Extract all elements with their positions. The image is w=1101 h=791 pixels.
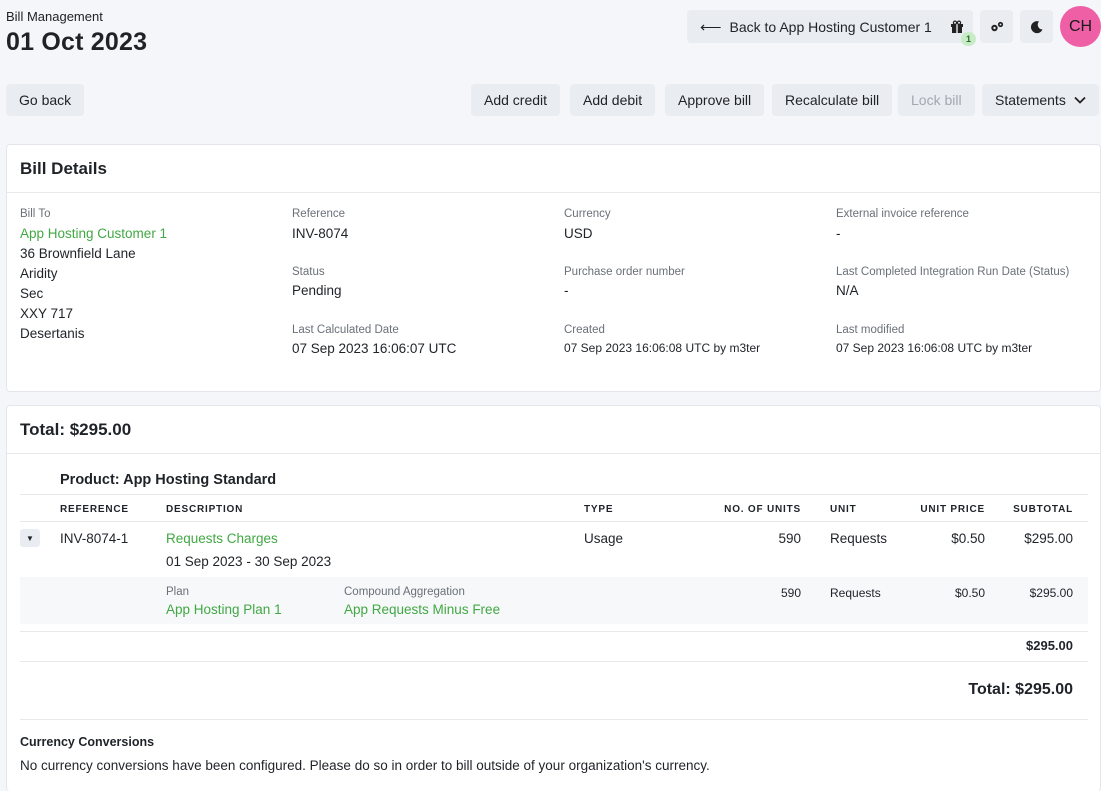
product-subtotal: $295.00: [1026, 638, 1073, 653]
reference-label: Reference: [292, 208, 346, 220]
currency-conversions-text: No currency conversions have been config…: [20, 758, 710, 773]
bill-details-title: Bill Details: [7, 145, 1100, 193]
po-number-value: -: [564, 283, 569, 298]
address-line: Desertanis: [20, 326, 85, 341]
col-reference: REFERENCE: [60, 504, 129, 515]
chevron-down-icon: [1074, 96, 1086, 104]
user-avatar[interactable]: CH: [1060, 6, 1101, 47]
add-credit-button[interactable]: Add credit: [471, 84, 561, 116]
integration-run-value: N/A: [836, 283, 859, 298]
approve-bill-button[interactable]: Approve bill: [665, 84, 765, 116]
line-unit: Requests: [830, 531, 888, 546]
bill-to-label: Bill To: [20, 208, 51, 220]
bill-details-card: Bill Details Bill To App Hosting Custome…: [6, 144, 1101, 392]
external-ref-label: External invoice reference: [836, 208, 969, 220]
recalculate-bill-button[interactable]: Recalculate bill: [772, 84, 893, 116]
go-back-button[interactable]: Go back: [6, 84, 85, 116]
grand-total: Total: $295.00: [968, 681, 1073, 698]
address-line: Aridity: [20, 266, 58, 281]
last-modified-value: 07 Sep 2023 16:06:08 UTC by m3ter: [836, 341, 1033, 355]
plan-label: Plan: [166, 586, 190, 598]
col-unit-price: UNIT PRICE: [920, 504, 985, 515]
detail-units: 590: [780, 586, 801, 600]
divider: [20, 661, 1088, 662]
total-title: Total: $295.00: [7, 406, 1100, 454]
line-description-link[interactable]: Requests Charges: [166, 531, 278, 546]
currency-conversions-title: Currency Conversions: [20, 735, 155, 749]
address-line: XXY 717: [20, 306, 74, 321]
divider: [20, 719, 1088, 720]
moon-icon: [1030, 20, 1042, 33]
line-units: 590: [778, 531, 801, 546]
external-ref-value: -: [836, 226, 841, 241]
product-title: Product: App Hosting Standard: [60, 472, 277, 488]
divider: [20, 521, 1088, 522]
col-unit: UNIT: [830, 504, 857, 515]
lock-bill-button[interactable]: Lock bill: [898, 84, 975, 116]
last-calculated-label: Last Calculated Date: [292, 324, 399, 336]
gift-icon: [950, 20, 963, 33]
last-calculated-value: 07 Sep 2023 16:06:07 UTC: [292, 341, 457, 356]
currency-value: USD: [564, 226, 593, 241]
last-modified-label: Last modified: [836, 324, 905, 336]
currency-label: Currency: [564, 208, 611, 220]
gift-button[interactable]: 1: [940, 10, 976, 46]
page-title: 01 Oct 2023: [6, 28, 148, 56]
notification-badge: 1: [961, 32, 976, 46]
bill-lines-card: Total: $295.00 Product: App Hosting Stan…: [6, 405, 1101, 791]
arrow-left-icon: ⟵: [700, 18, 722, 36]
divider: [20, 494, 1088, 495]
statements-dropdown[interactable]: Statements: [982, 84, 1099, 116]
created-label: Created: [564, 324, 605, 336]
plan-link[interactable]: App Hosting Plan 1: [166, 602, 282, 617]
back-button-label: Back to App Hosting Customer 1: [729, 18, 932, 35]
settings-button[interactable]: [980, 10, 1013, 43]
detail-unit: Requests: [830, 586, 881, 600]
po-number-label: Purchase order number: [564, 266, 685, 278]
status-value: Pending: [292, 283, 342, 298]
status-label: Status: [292, 266, 325, 278]
divider: [20, 631, 1088, 632]
reference-value: INV-8074: [292, 226, 349, 241]
address-line: 36 Brownfield Lane: [20, 246, 136, 261]
line-type: Usage: [584, 531, 624, 546]
gears-icon: [990, 21, 1003, 31]
col-subtotal: SUBTOTAL: [1013, 504, 1073, 515]
bill-to-customer-link[interactable]: App Hosting Customer 1: [20, 226, 167, 241]
detail-subtotal: $295.00: [1029, 586, 1073, 600]
col-description: DESCRIPTION: [166, 504, 244, 515]
line-unit-price: $0.50: [951, 531, 985, 546]
aggregation-link[interactable]: App Requests Minus Free: [344, 602, 500, 617]
col-type: TYPE: [584, 504, 614, 515]
statements-label: Statements: [995, 92, 1066, 108]
address-line: Sec: [20, 286, 44, 301]
integration-run-label: Last Completed Integration Run Date (Sta…: [836, 266, 1070, 278]
created-value: 07 Sep 2023 16:06:08 UTC by m3ter: [564, 341, 761, 355]
col-units: NO. OF UNITS: [724, 504, 801, 515]
line-reference: INV-8074-1: [60, 531, 129, 546]
add-debit-button[interactable]: Add debit: [570, 84, 656, 116]
back-to-customer-button[interactable]: ⟵ Back to App Hosting Customer 1: [687, 10, 945, 43]
line-period: 01 Sep 2023 - 30 Sep 2023: [166, 554, 332, 569]
page-eyebrow: Bill Management: [6, 9, 103, 24]
line-subtotal: $295.00: [1024, 531, 1073, 546]
detail-unit-price: $0.50: [954, 586, 985, 600]
theme-toggle-button[interactable]: [1020, 10, 1053, 43]
aggregation-label: Compound Aggregation: [344, 586, 465, 598]
expand-row-button[interactable]: ▼: [20, 529, 40, 547]
